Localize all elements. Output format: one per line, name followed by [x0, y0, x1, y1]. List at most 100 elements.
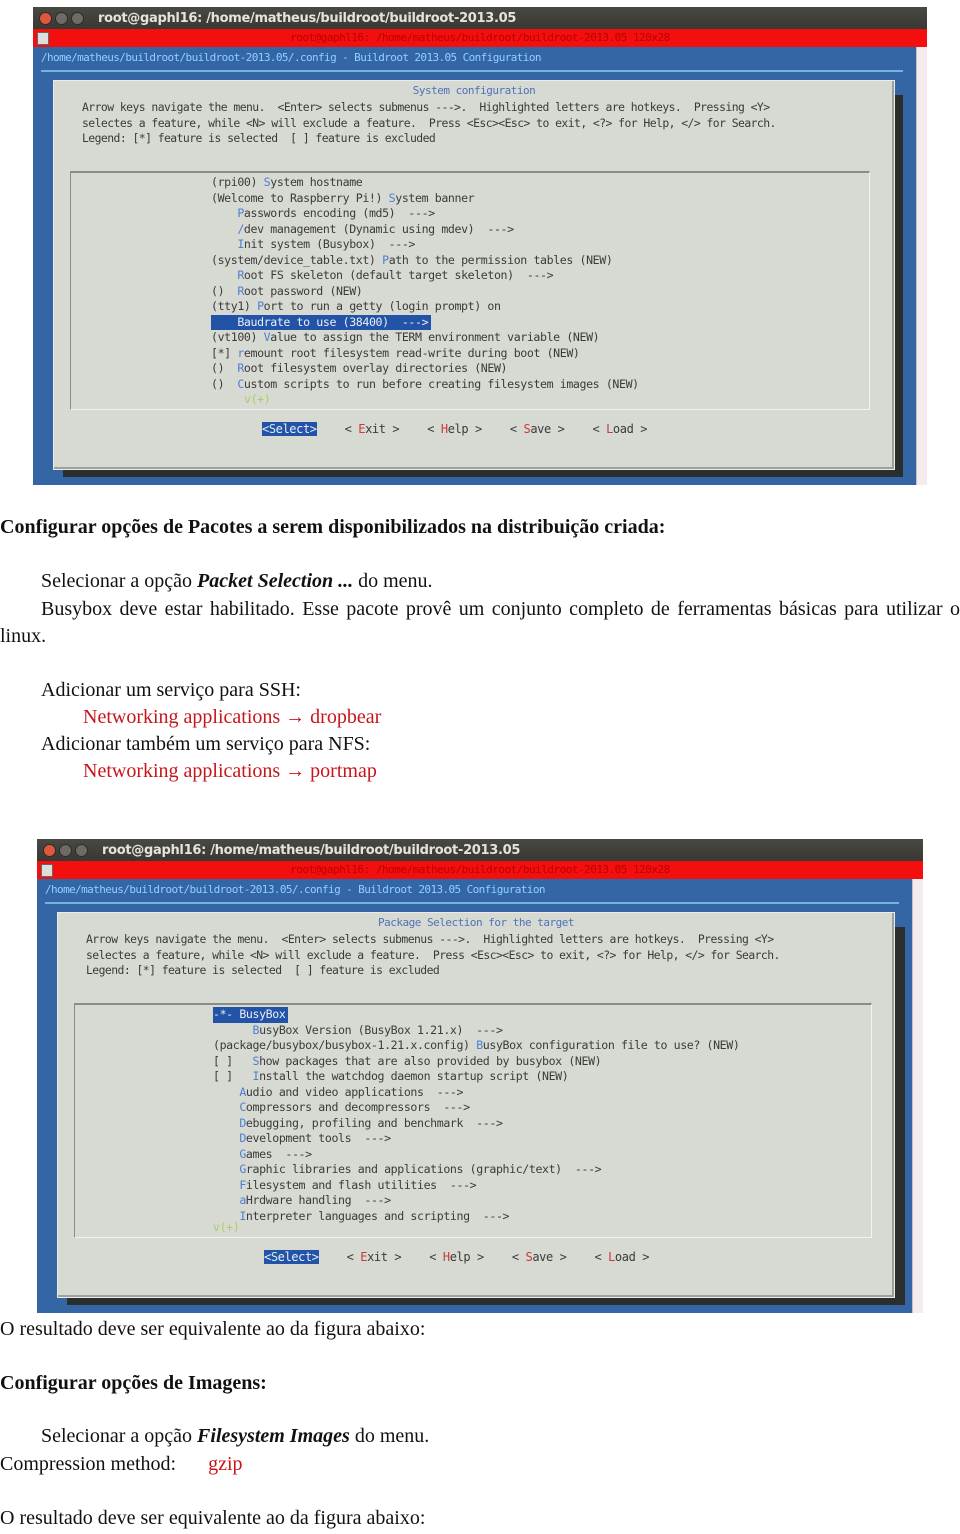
- text: do menu.: [349, 1425, 430, 1447]
- menu-item-hotkey: P: [382, 252, 389, 267]
- button-hotkey: H: [442, 1250, 450, 1264]
- menu-item-hotkey: G: [239, 1146, 246, 1161]
- window-title: root@gaphl16: /home/matheus/buildroot/bu…: [102, 842, 521, 858]
- compression-method-row: Compression method: gzip: [0, 1451, 243, 1477]
- menu-item[interactable]: Games --->: [213, 1147, 739, 1163]
- menu-item[interactable]: () Root password (NEW): [211, 284, 639, 300]
- terminal-tab-bar: root@gaphl16: /home/matheus/buildroot/bu…: [33, 29, 927, 47]
- more-indicator: v(+): [213, 1220, 240, 1234]
- menu-item[interactable]: Interpreter languages and scripting --->: [213, 1209, 739, 1225]
- menu-item[interactable]: Passwords encoding (md5) --->: [211, 206, 639, 222]
- maximize-icon[interactable]: [75, 843, 88, 857]
- minimize-icon[interactable]: [55, 11, 68, 25]
- menu-item[interactable]: [ ] Install the watchdog daemon startup …: [213, 1069, 739, 1085]
- menu-item-prefix: [213, 1193, 239, 1207]
- menu-item-prefix: (rpi00): [211, 175, 264, 189]
- close-icon[interactable]: [43, 843, 56, 857]
- ssh-path: Networking applications → dropbear: [83, 706, 382, 728]
- help-text: Arrow keys navigate the menu. <Enter> se…: [86, 932, 780, 979]
- menu-item-hotkey: B: [239, 1007, 246, 1021]
- menu-item-label: audrate to use (38400) --->: [243, 314, 429, 329]
- text: do menu.: [353, 570, 433, 592]
- menu-item-prefix: [211, 268, 237, 282]
- menu-item[interactable]: Init system (Busybox) --->: [211, 237, 639, 253]
- close-icon[interactable]: [39, 11, 52, 25]
- menu-item-prefix: [213, 1162, 239, 1176]
- menu-item-prefix: (): [211, 361, 238, 375]
- scrollbar[interactable]: [912, 879, 923, 1313]
- menu-item[interactable]: (vt100) Value to assign the TERM environ…: [211, 330, 639, 346]
- button-hotkey: H: [440, 422, 448, 436]
- window-titlebar: root@gaphl16: /home/matheus/buildroot/bu…: [33, 7, 927, 29]
- dialog-button-exit[interactable]: < Exit >: [345, 422, 400, 436]
- menu-item[interactable]: (Welcome to Raspberry Pi!) System banner: [211, 191, 639, 207]
- menu-item[interactable]: Compressors and decompressors --->: [213, 1100, 739, 1116]
- divider: [41, 70, 903, 72]
- dialog-button-save[interactable]: < Save >: [512, 1250, 567, 1264]
- dialog-button-select[interactable]: <Select>: [264, 1250, 319, 1264]
- text: Selecionar a opção: [41, 570, 198, 592]
- help-line: selectes a feature, while <N> will exclu…: [82, 115, 776, 130]
- menu-item[interactable]: Baudrate to use (38400) --->: [211, 314, 432, 330]
- menu-item-prefix: (system/device_table.txt): [211, 252, 383, 267]
- menu-item[interactable]: [ ] Show packages that are also provided…: [213, 1054, 739, 1070]
- menu-item[interactable]: (tty1) Port to run a getty (login prompt…: [211, 299, 639, 315]
- dialog-button-load[interactable]: < Load >: [592, 422, 647, 436]
- menu-item[interactable]: (package/busybox/busybox-1.21.x.config) …: [213, 1038, 740, 1054]
- menu-item-prefix: (Welcome to Raspberry Pi!): [211, 190, 389, 205]
- maximize-icon[interactable]: [71, 11, 84, 25]
- more-indicator: v(+): [244, 392, 271, 406]
- menu-item-prefix: [213, 1023, 252, 1037]
- menu-item-label: usyBox: [245, 1007, 286, 1021]
- minimize-icon[interactable]: [59, 843, 72, 857]
- menu-item[interactable]: Debugging, profiling and benchmark --->: [213, 1116, 739, 1132]
- menu-item[interactable]: Root FS skeleton (default target skeleto…: [211, 268, 639, 284]
- nfs-label: Adicionar também um serviço para NFS:: [41, 733, 371, 755]
- dialog-button-load[interactable]: < Load >: [594, 1250, 649, 1264]
- menu-item[interactable]: () Root filesystem overlay directories (…: [211, 361, 639, 377]
- dialog-buttons: <Select> < Exit > < Help > < Save > < Load >: [54, 422, 894, 436]
- menu-item-label: how packages that are also provided by b…: [259, 1053, 602, 1068]
- menu-item[interactable]: Audio and video applications --->: [213, 1085, 739, 1101]
- menu-item[interactable]: (rpi00) System hostname: [211, 175, 639, 191]
- dialog-button-help[interactable]: < Help >: [429, 1250, 484, 1264]
- menu-item[interactable]: Graphic libraries and applications (grap…: [213, 1162, 739, 1178]
- menu-item-hotkey: I: [237, 237, 244, 251]
- dialog-button-save[interactable]: < Save >: [510, 422, 565, 436]
- button-hotkey: L: [606, 422, 613, 436]
- dialog-button-select[interactable]: <Select>: [262, 422, 317, 436]
- menu-item-label: ebugging, profiling and benchmark --->: [245, 1115, 503, 1130]
- terminal-screenshot-system-configuration: root@gaphl16: /home/matheus/buildroot/bu…: [33, 7, 927, 485]
- divider: [45, 902, 899, 904]
- scrollbar[interactable]: [916, 47, 927, 485]
- menu-item-label: oot password (NEW): [243, 283, 363, 298]
- menu-item-label: ystem banner: [395, 190, 475, 205]
- menu-item-hotkey: C: [237, 376, 244, 391]
- menu-item-hotkey: F: [239, 1177, 246, 1192]
- menu-item[interactable]: () Custom scripts to run before creating…: [211, 377, 639, 393]
- menu-item-label: Hrdware handling --->: [245, 1193, 391, 1207]
- button-hotkey: S: [268, 422, 276, 436]
- menu-item[interactable]: BusyBox Version (BusyBox 1.21.x) --->: [213, 1023, 739, 1039]
- menu-item-hotkey: /: [237, 221, 244, 236]
- window-title: root@gaphl16: /home/matheus/buildroot/bu…: [98, 10, 517, 26]
- menu-item-label: evelopment tools --->: [245, 1131, 391, 1145]
- menu-item[interactable]: [*] remount root filesystem read-write d…: [211, 346, 639, 362]
- menu-item[interactable]: /dev management (Dynamic using mdev) ---…: [211, 222, 639, 238]
- menu-item[interactable]: Development tools --->: [213, 1131, 739, 1147]
- menu-item[interactable]: aHrdware handling --->: [213, 1193, 739, 1209]
- terminal-tab-title[interactable]: root@gaphl16: /home/matheus/buildroot/bu…: [37, 863, 923, 876]
- menu-item-hotkey: r: [237, 345, 244, 360]
- menu-item[interactable]: (system/device_table.txt) Path to the pe…: [211, 253, 639, 269]
- menu-item[interactable]: Filesystem and flash utilities --->: [213, 1178, 739, 1194]
- menu-item[interactable]: -*- BusyBox: [213, 1007, 289, 1023]
- terminal-tab-title[interactable]: root@gaphl16: /home/matheus/buildroot/bu…: [33, 31, 927, 44]
- help-line: Legend: [*] feature is selected [ ] feat…: [82, 131, 436, 146]
- menu-item-prefix: [211, 237, 237, 251]
- dialog-button-exit[interactable]: < Exit >: [347, 1250, 402, 1264]
- menu-item-hotkey: D: [239, 1115, 246, 1130]
- menu-item-hotkey: G: [239, 1162, 246, 1176]
- menu-item-label: emount root filesystem read-write during…: [243, 345, 580, 360]
- menu-item-prefix: [213, 1085, 239, 1099]
- dialog-button-help[interactable]: < Help >: [427, 422, 482, 436]
